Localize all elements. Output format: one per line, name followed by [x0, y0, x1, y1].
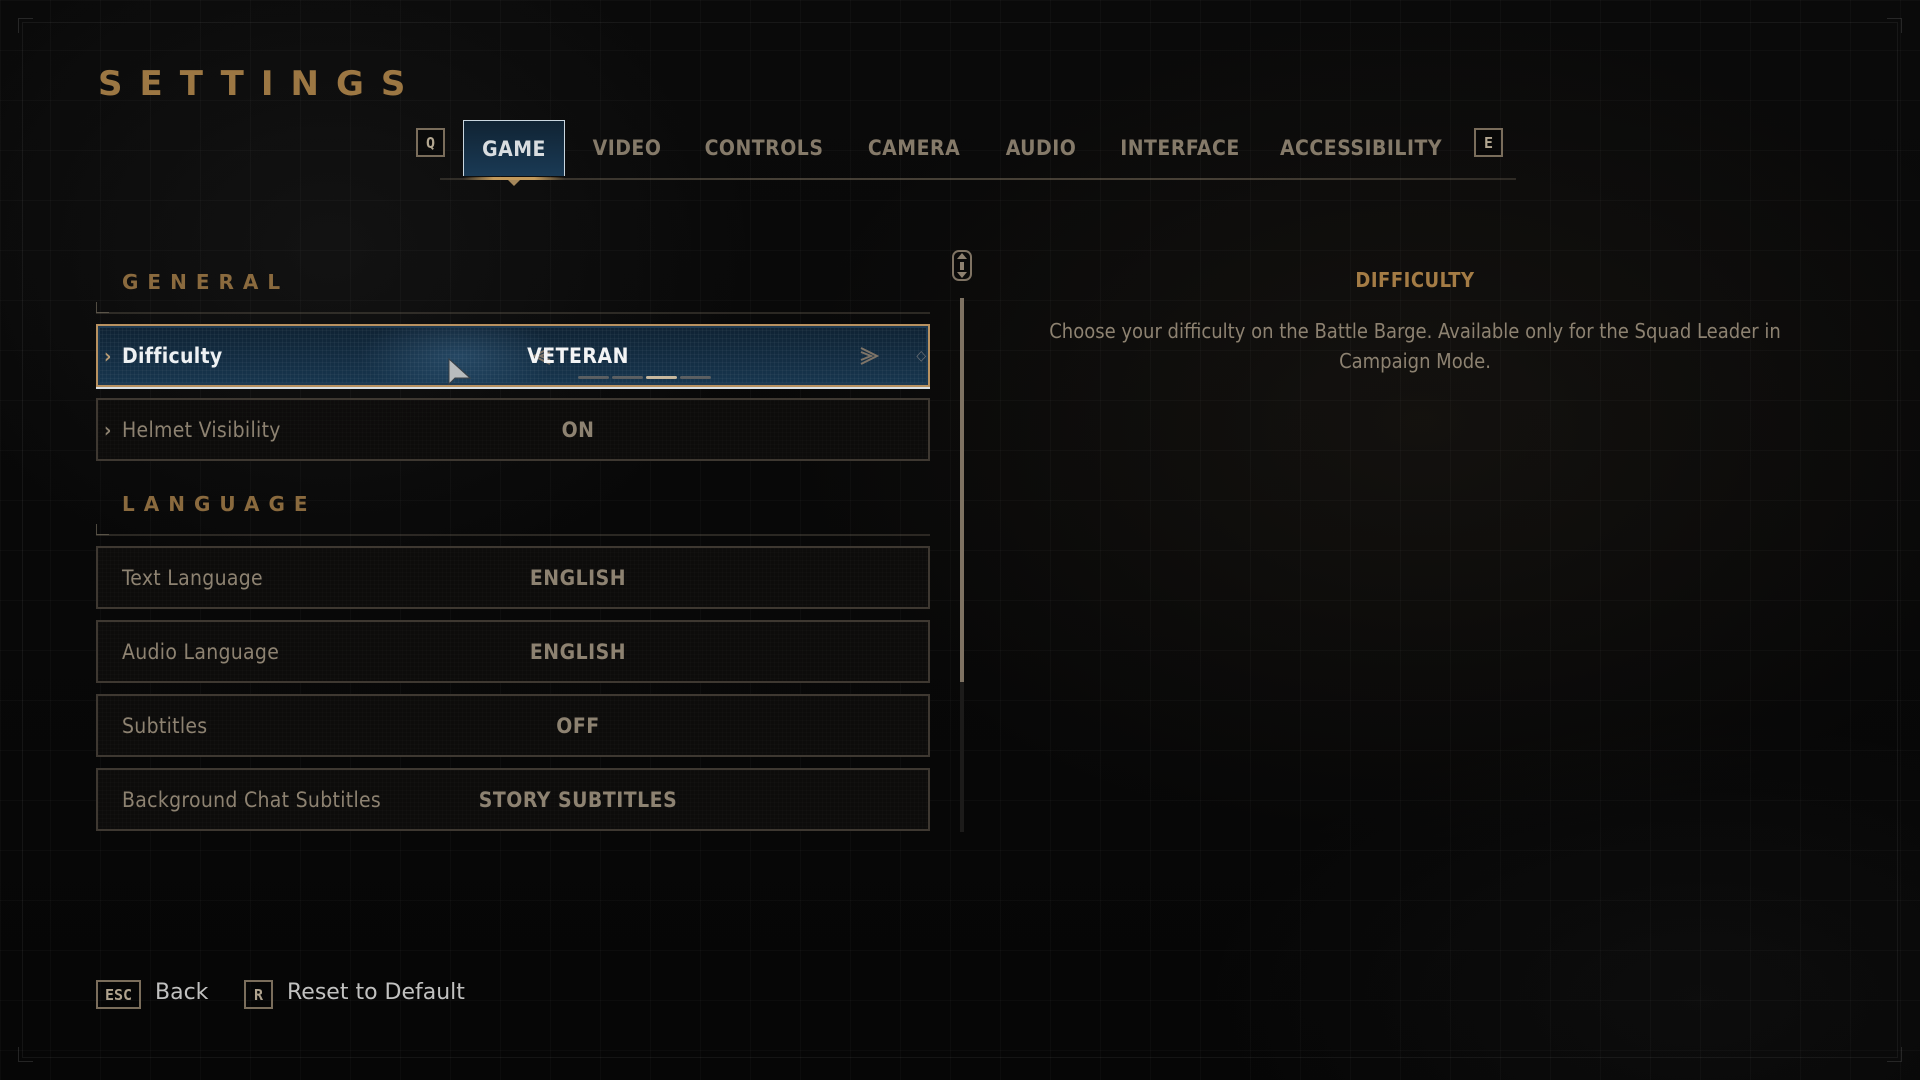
- reset-to-default-button[interactable]: Reset to Default: [287, 980, 465, 1005]
- tab-controls[interactable]: CONTROLS: [699, 120, 829, 176]
- scrollbar-track[interactable]: [960, 298, 964, 832]
- scroll-wheel-icon: [960, 262, 964, 270]
- tab-bar: Q GAME VIDEO CONTROLS CAMERA AUDIO INTER…: [0, 0, 1920, 190]
- difficulty-level-dot: [612, 376, 643, 379]
- description-title: DIFFICULTY: [1355, 268, 1475, 292]
- active-tab-notch-icon: [508, 180, 520, 186]
- setting-label: Background Chat Subtitles: [122, 787, 382, 812]
- setting-value: ENGLISH: [529, 565, 627, 590]
- difficulty-level-dot: [680, 376, 711, 379]
- mouse-cursor-icon: [448, 358, 472, 386]
- next-value-arrow: [860, 346, 880, 365]
- section-header-general: GENERAL: [122, 270, 290, 294]
- setting-row-audio-language[interactable]: Audio Language ENGLISH: [96, 620, 930, 683]
- chevron-double-right-icon[interactable]: [855, 326, 885, 385]
- tab-accessibility[interactable]: ACCESSIBILITY: [1276, 120, 1446, 176]
- difficulty-level-indicator: [578, 376, 711, 379]
- tab-video[interactable]: VIDEO: [577, 120, 677, 176]
- scrollbar-thumb[interactable]: [960, 298, 964, 683]
- next-tab-key[interactable]: E: [1474, 128, 1503, 157]
- setting-value: STORY SUBTITLES: [478, 787, 678, 812]
- setting-label: Helmet Visibility: [122, 417, 281, 442]
- back-key[interactable]: ESC: [96, 980, 141, 1009]
- setting-row-difficulty[interactable]: › Difficulty VETERAN ◇: [96, 324, 930, 387]
- back-button[interactable]: Back: [155, 980, 208, 1005]
- prev-tab-key[interactable]: Q: [416, 128, 445, 157]
- setting-value: ENGLISH: [529, 639, 627, 664]
- description-body: Choose your difficulty on the Battle Bar…: [1049, 319, 1781, 373]
- setting-row-text-language[interactable]: Text Language ENGLISH: [96, 546, 930, 609]
- diamond-icon: ◇: [916, 347, 926, 364]
- section-divider: [96, 534, 930, 536]
- scroll-mouse-icon: [952, 250, 972, 281]
- setting-label: Audio Language: [122, 639, 280, 664]
- section-divider: [96, 312, 930, 314]
- reset-key[interactable]: R: [244, 980, 273, 1009]
- tab-audio[interactable]: AUDIO: [996, 120, 1086, 176]
- tab-game[interactable]: GAME: [463, 120, 565, 176]
- setting-row-background-chat-subtitles[interactable]: Background Chat Subtitles STORY SUBTITLE…: [96, 768, 930, 831]
- difficulty-level-dot: [578, 376, 609, 379]
- setting-row-subtitles[interactable]: Subtitles OFF: [96, 694, 930, 757]
- setting-row-helmet-visibility[interactable]: › Helmet Visibility ON: [96, 398, 930, 461]
- setting-label: Difficulty: [122, 343, 223, 368]
- setting-value: OFF: [556, 713, 600, 738]
- difficulty-level-dot: [646, 376, 677, 379]
- chevron-right-icon: ›: [104, 417, 112, 442]
- section-header-language: LANGUAGE: [122, 492, 317, 516]
- scroll-up-arrow-icon: [957, 253, 967, 259]
- setting-value: ON: [561, 417, 595, 442]
- tab-camera[interactable]: CAMERA: [855, 120, 973, 176]
- setting-label: Subtitles: [122, 713, 208, 738]
- tab-interface[interactable]: INTERFACE: [1115, 120, 1245, 176]
- frame-corner: [18, 1047, 33, 1062]
- tab-bar-rule: [440, 178, 1516, 180]
- setting-label: Text Language: [122, 565, 263, 590]
- scroll-down-arrow-icon: [957, 272, 967, 278]
- frame-corner: [1887, 1047, 1902, 1062]
- chevron-right-icon: ›: [104, 343, 112, 368]
